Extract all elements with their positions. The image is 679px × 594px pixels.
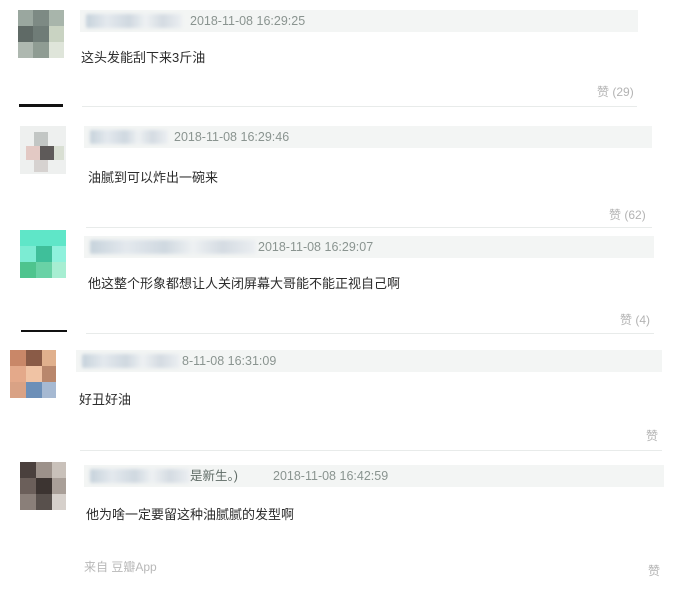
vote-count: (62) bbox=[624, 208, 646, 222]
divider bbox=[86, 333, 654, 334]
avatar-image bbox=[20, 126, 66, 174]
avatar[interactable] bbox=[18, 10, 64, 58]
comment-header: 8-11-08 16:31:09 bbox=[76, 350, 662, 372]
avatar-image bbox=[10, 350, 56, 398]
username-suffix: 是新生。) bbox=[190, 469, 238, 483]
divider bbox=[21, 330, 67, 332]
vote-label: 赞 bbox=[620, 313, 633, 327]
comment-text: 油腻到可以炸出一碗来 bbox=[88, 170, 219, 185]
vote-label: 赞 bbox=[609, 208, 622, 222]
vote-button[interactable]: 赞 (62) bbox=[609, 206, 646, 223]
vote-count: (4) bbox=[635, 313, 651, 327]
vote-label: 赞 bbox=[597, 85, 610, 99]
vote-button[interactable]: 赞 (29) bbox=[597, 83, 634, 100]
avatar[interactable] bbox=[20, 462, 66, 510]
username-link[interactable] bbox=[90, 130, 168, 144]
vote-button[interactable]: 赞 bbox=[646, 427, 658, 444]
username-link[interactable] bbox=[82, 354, 180, 368]
vote-count: (29) bbox=[612, 85, 634, 99]
comment-header: 2018-11-08 16:29:46 bbox=[84, 126, 652, 148]
avatar[interactable] bbox=[20, 126, 66, 174]
comment-header: 2018-11-08 16:29:25 bbox=[80, 10, 638, 32]
comment-time: 2018-11-08 16:29:25 bbox=[190, 14, 306, 28]
comment-time: 2018-11-08 16:42:59 bbox=[273, 469, 389, 483]
divider bbox=[82, 106, 637, 107]
username-link[interactable] bbox=[90, 240, 256, 254]
vote-label: 赞 bbox=[648, 564, 661, 578]
comment-text: 这头发能刮下来3斤油 bbox=[81, 50, 206, 65]
comment-time: 2018-11-08 16:29:46 bbox=[174, 130, 290, 144]
comment-text: 他这整个形象都想让人关闭屏幕大哥能不能正视自己啊 bbox=[88, 276, 401, 291]
comment-header: 2018-11-08 16:29:07 bbox=[84, 236, 654, 258]
vote-button[interactable]: 赞 bbox=[648, 562, 660, 579]
comment-time: 8-11-08 16:31:09 bbox=[182, 354, 277, 368]
username-link[interactable] bbox=[90, 469, 190, 483]
avatar[interactable] bbox=[10, 350, 56, 398]
divider bbox=[80, 450, 662, 451]
avatar-image bbox=[20, 462, 66, 510]
comment-time: 2018-11-08 16:29:07 bbox=[258, 240, 374, 254]
username-link[interactable] bbox=[86, 14, 182, 28]
divider bbox=[19, 104, 63, 107]
comment-source: 来自 豆瓣App bbox=[84, 560, 157, 574]
vote-button[interactable]: 赞 (4) bbox=[620, 311, 650, 328]
divider bbox=[86, 227, 652, 228]
avatar-image bbox=[18, 10, 64, 58]
avatar[interactable] bbox=[20, 230, 66, 278]
comment-header: 是新生。) 2018-11-08 16:42:59 bbox=[84, 465, 664, 487]
comment-text: 好丑好油 bbox=[79, 392, 132, 407]
comment-text: 他为啥一定要留这种油腻腻的发型啊 bbox=[86, 507, 295, 522]
avatar-image bbox=[20, 230, 66, 278]
vote-label: 赞 bbox=[646, 429, 659, 443]
